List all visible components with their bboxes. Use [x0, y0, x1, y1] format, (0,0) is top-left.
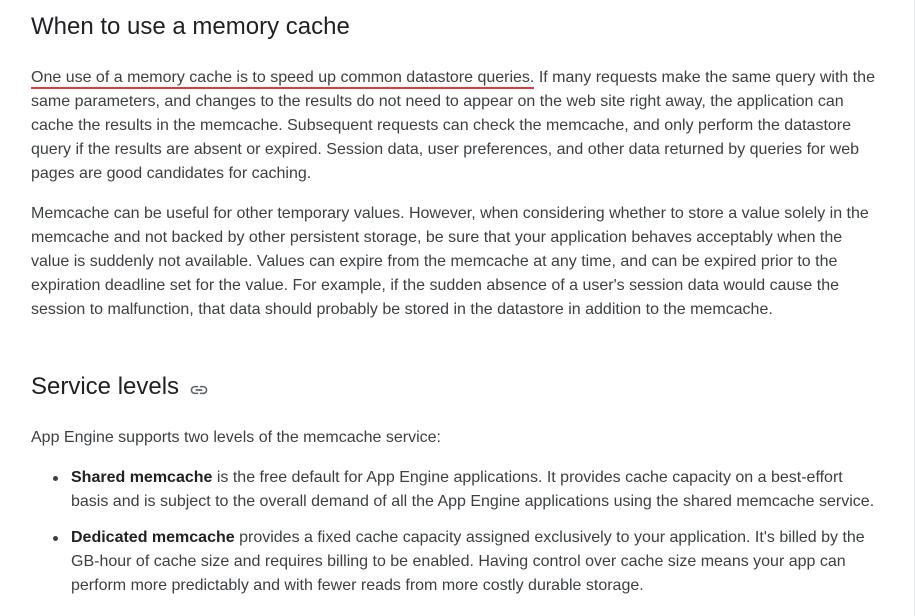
term-shared-memcache: Shared memcache	[71, 469, 213, 486]
bullet-icon	[53, 536, 58, 541]
bullet-icon	[53, 476, 58, 481]
highlighted-sentence: One use of a memory cache is to speed up…	[31, 69, 535, 89]
section-heading-memory-cache: When to use a memory cache	[31, 13, 350, 40]
service-levels-list: Shared memcache is the free default for …	[31, 466, 881, 598]
term-dedicated-memcache: Dedicated memcache	[71, 529, 235, 546]
paragraph-service-levels-intro: App Engine supports two levels of the me…	[31, 429, 441, 446]
section-heading-service-levels: Service levels	[31, 371, 209, 403]
paragraph-memory-cache-use: One use of a memory cache is to speed up…	[31, 66, 881, 186]
section-heading-text: Service levels	[31, 373, 180, 400]
paragraph-temporary-values: Memcache can be useful for other tempora…	[31, 205, 869, 318]
list-item-shared-memcache: Shared memcache is the free default for …	[31, 466, 881, 514]
link-icon[interactable]	[189, 377, 209, 397]
list-item-dedicated-memcache: Dedicated memcache provides a fixed cach…	[31, 526, 881, 598]
